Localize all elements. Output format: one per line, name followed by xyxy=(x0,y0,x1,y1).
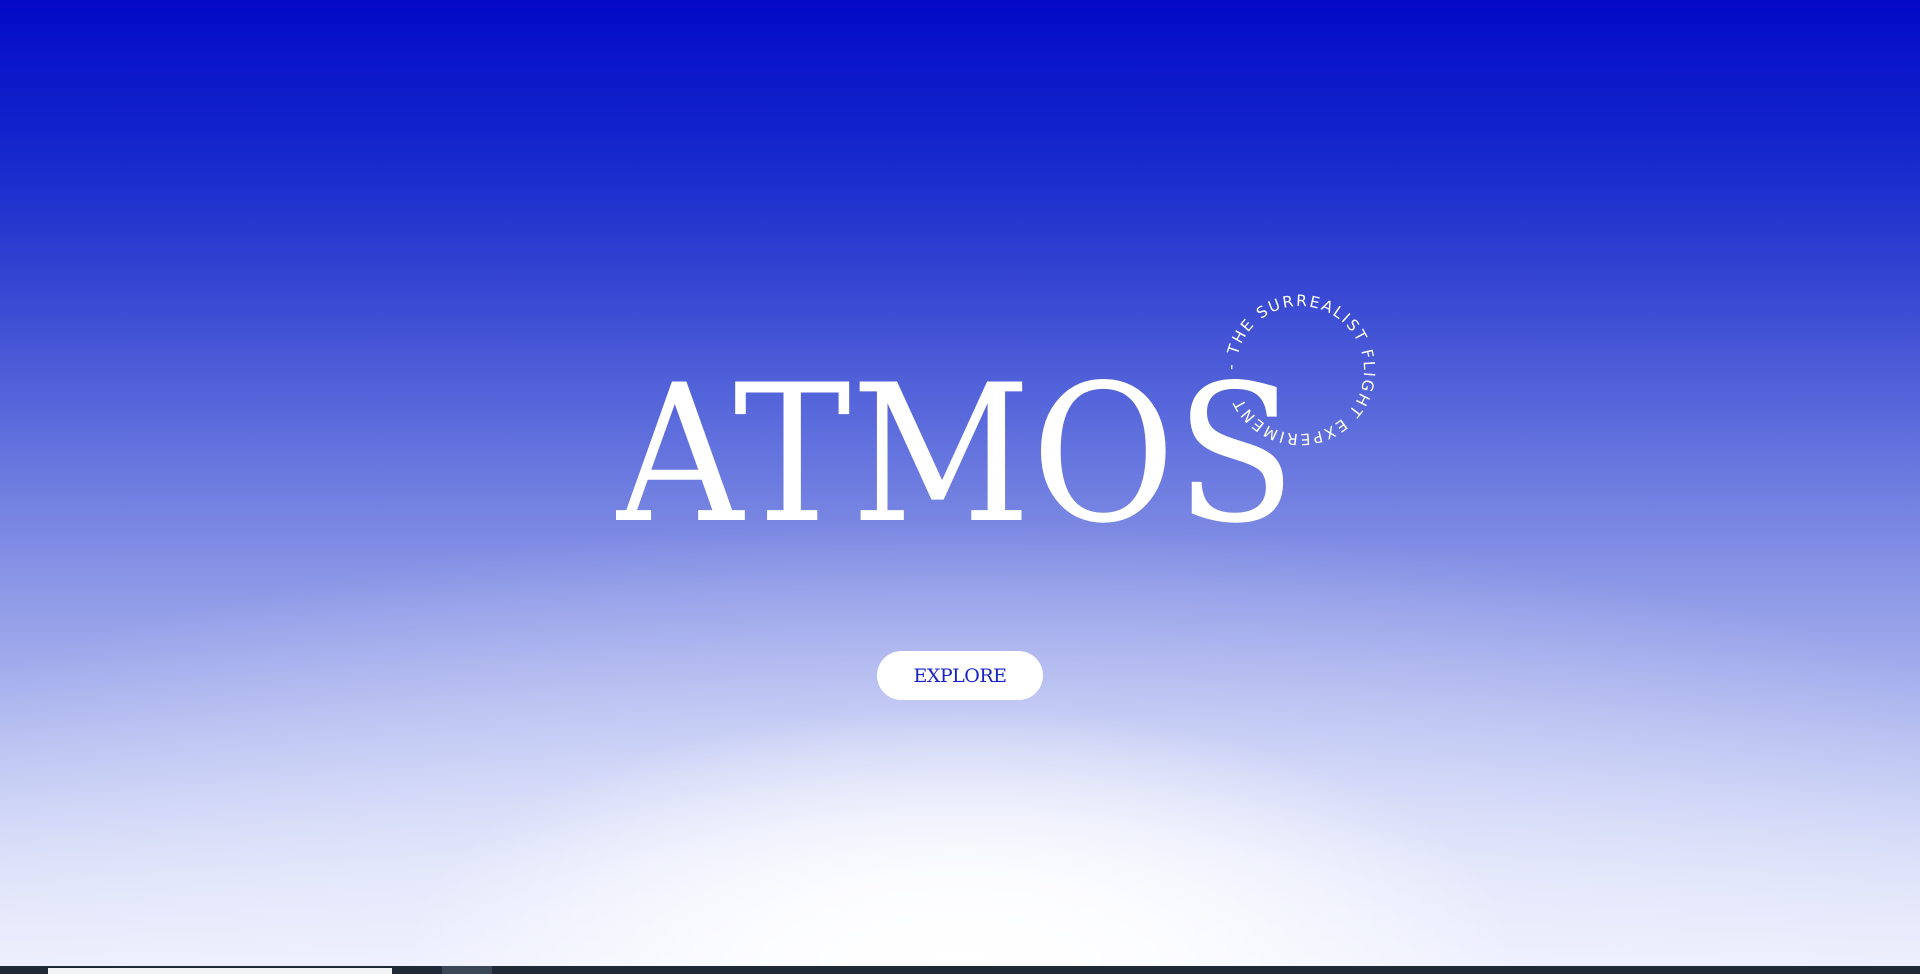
site-title: ATMOS xyxy=(616,360,1296,530)
taskbar xyxy=(0,966,1920,974)
tagline-svg: - THE SURREALIST FLIGHT EXPERIMENT xyxy=(1222,292,1378,448)
tagline-text: - THE SURREALIST FLIGHT EXPERIMENT xyxy=(1222,292,1378,448)
taskbar-active-app[interactable] xyxy=(442,966,492,974)
hero-section: ATMOS - THE SURREALIST FLIGHT EXPERIMENT… xyxy=(0,0,1920,966)
taskbar-search-input[interactable] xyxy=(48,968,392,974)
tagline-path-text: - THE SURREALIST FLIGHT EXPERIMENT xyxy=(1222,292,1376,448)
explore-button[interactable]: EXPLORE xyxy=(877,651,1043,700)
circular-tagline: - THE SURREALIST FLIGHT EXPERIMENT xyxy=(1210,280,1390,460)
